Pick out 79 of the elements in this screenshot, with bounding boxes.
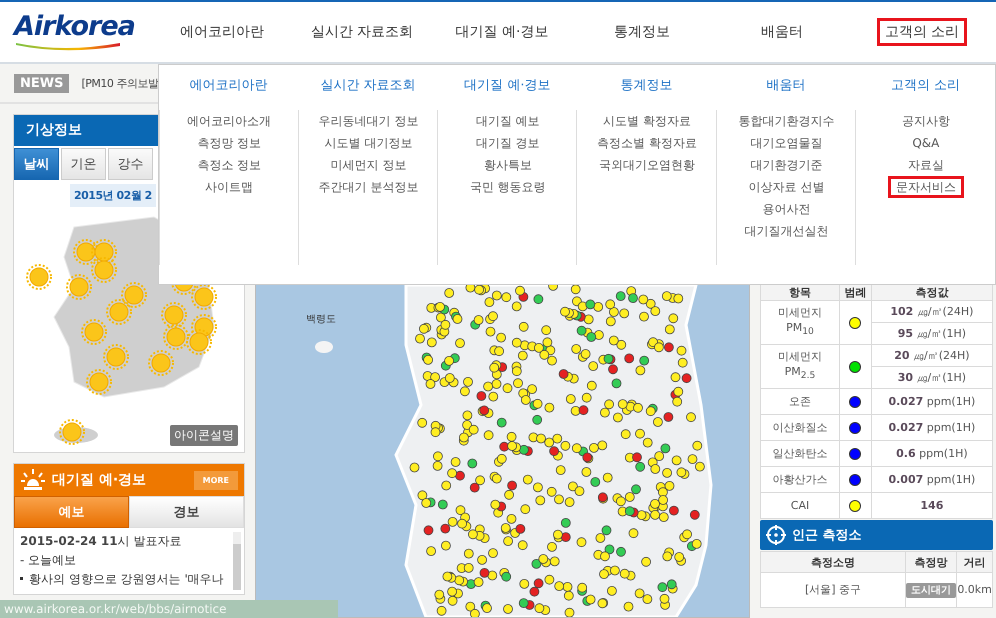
menu-heading[interactable]: 통계정보 xyxy=(620,76,673,94)
column-header: 범례 xyxy=(840,284,872,300)
table-cell: 30 ㎍/㎥(1H) xyxy=(871,366,992,388)
menu-link[interactable]: 대기질 경보 xyxy=(468,132,548,154)
menu-link[interactable]: 시도별 확정자료 xyxy=(595,110,700,132)
menu-heading[interactable]: 고객의 소리 xyxy=(890,76,960,94)
news-headline[interactable]: [PM10 주의보발 xyxy=(81,76,158,90)
menu-link[interactable]: 대기환경기준 xyxy=(742,154,830,176)
menu-link[interactable]: 측정소 정보 xyxy=(189,154,270,176)
column-header: 측정망 xyxy=(906,552,957,572)
forecast-text: 황사의 영향으로 강원영서는 '매우나 xyxy=(29,571,224,588)
table-cell: 0.027 ppm(1H) xyxy=(871,388,992,414)
tab[interactable]: 기온 xyxy=(61,148,106,180)
panel-header: 인근 측정소 xyxy=(792,527,862,544)
menu-link[interactable]: 통합대기환경지수 xyxy=(730,110,842,132)
table-cell: 0.0km xyxy=(956,572,992,608)
table-cell: 미세먼지 PM$_{10}$ xyxy=(760,300,840,344)
menu-heading[interactable]: 대기질 예·경보 xyxy=(464,76,550,94)
nav-menu-item[interactable]: 에어코리아란 xyxy=(172,18,272,46)
island-label: 백령도 xyxy=(306,313,336,326)
menu-link[interactable]: 국민 행동요령 xyxy=(462,176,554,198)
menu-link[interactable]: 미세먼지 정보 xyxy=(322,154,414,176)
logo[interactable]: Airkorea xyxy=(0,13,152,51)
menu-link[interactable]: 대기질개선실천 xyxy=(736,220,836,242)
tab[interactable]: 경보 xyxy=(129,496,244,528)
menu-link[interactable]: 황사특보 xyxy=(476,154,540,176)
panel-header: 대기질 예·경보 xyxy=(52,471,148,489)
menu-link[interactable]: 대기질 예보 xyxy=(468,110,548,132)
table-cell: 미세먼지 PM$_{2.5}$ xyxy=(760,344,840,388)
table-cell: [서울] 중구 xyxy=(760,572,906,608)
tab[interactable]: 강수 xyxy=(108,148,153,180)
menu-link[interactable]: 측정소별 확정자료 xyxy=(589,132,706,154)
menu-link[interactable]: 사이트맵 xyxy=(197,176,262,198)
table-cell: 146 xyxy=(871,492,992,518)
siren-icon xyxy=(20,468,46,492)
column-header: 측정값 xyxy=(871,284,992,300)
menu-heading[interactable]: 배움터 xyxy=(766,76,806,94)
menu-link[interactable]: Q&A xyxy=(904,132,948,154)
section-title: - 오늘예보 xyxy=(20,552,78,569)
target-icon xyxy=(766,525,786,545)
menu-link[interactable]: 주간대기 분석정보 xyxy=(310,176,426,198)
issue-time: 2015-02-24 11시 발표자료 xyxy=(20,533,182,550)
table-cell: 0.007 ppm(1H) xyxy=(871,466,992,492)
table-cell: 0.027 ppm(1H) xyxy=(871,414,992,440)
nav-menu-item[interactable]: 통계정보 xyxy=(606,18,678,46)
menu-link[interactable]: 이상자료 선별 xyxy=(740,176,832,198)
menu-link[interactable]: 공지사항 xyxy=(894,110,958,132)
menu-link[interactable]: 시도별 대기정보 xyxy=(316,132,420,154)
nav-menu-item[interactable]: 고객의 소리 xyxy=(876,18,968,46)
menu-link[interactable]: 문자서비스 xyxy=(888,176,964,198)
table-cell: 20 ㎍/㎥(24H) xyxy=(871,344,992,366)
icon-legend-button[interactable]: 아이콘설명 xyxy=(170,425,238,446)
menu-heading[interactable]: 실시간 자료조회 xyxy=(320,76,416,94)
network-badge: 도시대기 xyxy=(906,582,956,598)
table-cell: 일산화탄소 xyxy=(760,440,840,466)
nav-menu-item[interactable]: 실시간 자료조회 xyxy=(302,18,422,46)
tab[interactable]: 날씨 xyxy=(14,148,59,180)
table-cell: 0.6 ppm(1H) xyxy=(871,440,992,466)
menu-link[interactable]: 국외대기오염현황 xyxy=(591,154,704,176)
table-cell: 오존 xyxy=(760,388,840,414)
scrollbar[interactable] xyxy=(232,532,241,590)
nav-menu-item[interactable]: 배움터 xyxy=(753,18,811,46)
menu-link[interactable]: 용어사전 xyxy=(754,198,818,220)
news-badge: NEWS xyxy=(14,74,70,92)
column-header: 거리 xyxy=(956,552,992,572)
table-cell: 95 ㎍/㎥(1H) xyxy=(871,322,992,344)
table-cell: 이산화질소 xyxy=(760,414,840,440)
menu-link[interactable]: 대기오염물질 xyxy=(742,132,830,154)
weather-date: 2015년 02월 2 xyxy=(70,184,156,207)
column-header: 항목 xyxy=(760,284,840,300)
table-cell: 아황산가스 xyxy=(760,466,840,492)
column-header: 측정소명 xyxy=(760,552,906,572)
menu-heading[interactable]: 에어코리아란 xyxy=(190,76,268,94)
menu-link[interactable]: 우리동네대기 정보 xyxy=(310,110,426,132)
table-cell: CAI xyxy=(760,492,840,518)
menu-link[interactable]: 자료실 xyxy=(900,154,952,176)
nav-menu-item[interactable]: 대기질 예·경보 xyxy=(448,18,556,46)
table-cell: 102 ㎍/㎥(24H) xyxy=(871,300,992,322)
status-bar-url: www.airkorea.or.kr/web/bbs/airnotice xyxy=(4,602,227,616)
